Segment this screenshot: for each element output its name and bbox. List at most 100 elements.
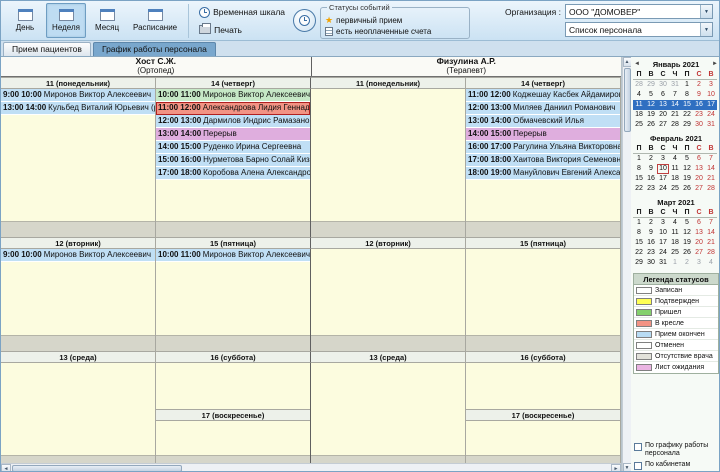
calendar-day[interactable]: 14 [705, 164, 717, 174]
calendar-day[interactable]: 7 [705, 154, 717, 164]
calendar-day[interactable]: 16 [645, 238, 657, 248]
calendar-day[interactable]: 4 [633, 90, 645, 100]
calendar-day[interactable]: 8 [681, 90, 693, 100]
free-area[interactable] [466, 180, 620, 221]
calendar-day[interactable]: 17 [657, 238, 669, 248]
day-column[interactable] [311, 89, 466, 237]
day-column[interactable]: 11:00 12:00 Коджешау Касбек Айдамирович 12… [466, 89, 621, 237]
calendar-day[interactable]: 29 [633, 258, 645, 268]
calendar-day[interactable]: 6 [693, 154, 705, 164]
calendar-day[interactable]: 2 [645, 218, 657, 228]
calendar-day[interactable]: 18 [669, 174, 681, 184]
calendar-day[interactable]: 1 [669, 258, 681, 268]
calendar-day[interactable]: 31 [705, 120, 717, 130]
calendar-day[interactable]: 9 [645, 228, 657, 238]
calendar-day[interactable]: 14 [669, 100, 681, 110]
calendar-day[interactable]: 9 [645, 164, 657, 174]
calendar-day[interactable]: 14 [705, 228, 717, 238]
day-column[interactable]: 10:00 11:00 Миронов Виктор Алексеевич [156, 249, 311, 351]
calendar-day[interactable]: 16 [693, 100, 705, 110]
calendar-day[interactable]: 6 [657, 90, 669, 100]
calendar-day[interactable]: 8 [633, 164, 645, 174]
calendar-day[interactable]: 2 [645, 154, 657, 164]
appointment[interactable]: 9:00 10:00 Миронов Виктор Алексеевич [1, 89, 155, 102]
calendar-day[interactable]: 26 [681, 184, 693, 194]
day-column[interactable]: 9:00 10:00 Миронов Виктор Алексеевич 13:00… [1, 89, 156, 237]
free-area[interactable] [311, 363, 465, 455]
calendar-day[interactable]: 6 [693, 218, 705, 228]
calendar-day[interactable]: 24 [657, 184, 669, 194]
scroll-right-arrow[interactable]: ► [611, 464, 621, 471]
calendar-day[interactable]: 19 [681, 238, 693, 248]
calendar-day[interactable]: 17 [705, 100, 717, 110]
day-column[interactable]: 9:00 10:00 Миронов Виктор Алексеевич [1, 249, 156, 351]
day-column[interactable] [311, 363, 466, 463]
calendar-day[interactable]: 25 [669, 184, 681, 194]
sunday-area[interactable] [156, 421, 310, 455]
calendar-day[interactable]: 24 [705, 110, 717, 120]
clock-search-button[interactable] [293, 9, 317, 32]
calendar-day[interactable]: 22 [633, 248, 645, 258]
calendar-day[interactable]: 18 [633, 110, 645, 120]
calendar-day[interactable]: 12 [645, 100, 657, 110]
calendar-day[interactable]: 20 [693, 238, 705, 248]
calendar-day[interactable]: 22 [681, 110, 693, 120]
appointment[interactable]: 14:00 15:00 Руденко Ирина Сергеевна [156, 141, 310, 154]
view-button-week[interactable]: Неделя [46, 3, 86, 38]
calendar-day[interactable]: 27 [693, 184, 705, 194]
calendar-day[interactable]: 4 [669, 218, 681, 228]
vertical-scroll-thumb[interactable] [623, 68, 631, 132]
calendar-day[interactable]: 21 [669, 110, 681, 120]
free-area[interactable] [1, 363, 155, 455]
calendar-day[interactable]: 11 [669, 228, 681, 238]
day-column[interactable] [466, 249, 621, 351]
prev-month-arrow[interactable]: ◄ [634, 59, 640, 70]
free-area[interactable] [1, 262, 155, 335]
chevron-down-icon[interactable]: ▼ [700, 23, 712, 36]
calendar-day[interactable]: 24 [657, 248, 669, 258]
calendar-day[interactable]: 22 [633, 184, 645, 194]
staff-list-select[interactable]: Список персонала ▼ [565, 22, 713, 37]
calendar-day[interactable]: 15 [681, 100, 693, 110]
appointment[interactable]: 11:00 12:00 Коджешау Касбек Айдамирович [466, 89, 620, 102]
free-area[interactable] [1, 115, 155, 221]
calendar-day[interactable]: 10 [657, 228, 669, 238]
free-area[interactable] [156, 262, 310, 335]
tab-staff-schedule[interactable]: График работы персонала [92, 42, 216, 56]
view-button-schedule[interactable]: Расписание [128, 3, 182, 38]
calendar-day[interactable]: 3 [705, 80, 717, 90]
appointment[interactable]: 13:00 14:00 Перерыв [156, 128, 310, 141]
calendar-day[interactable]: 15 [633, 238, 645, 248]
calendar-day[interactable]: 28 [633, 80, 645, 90]
appointment[interactable]: 9:00 10:00 Миронов Виктор Алексеевич [1, 249, 155, 262]
appointment[interactable]: 12:00 13:00 Миляев Даниил Романович [466, 102, 620, 115]
free-area[interactable] [156, 180, 310, 221]
calendar-day[interactable]: 4 [669, 154, 681, 164]
appointment[interactable]: 13:00 14:00Кульбед Виталий Юрьевич (ребе… [1, 102, 155, 115]
calendar-day[interactable]: 1 [633, 218, 645, 228]
scroll-left-arrow[interactable]: ◄ [1, 464, 11, 471]
appointment[interactable]: 16:00 17:00 Рагулина Ульяна Викторовна [466, 141, 620, 154]
calendar-day[interactable]: 29 [681, 120, 693, 130]
calendar-day[interactable]: 19 [645, 110, 657, 120]
calendar-day[interactable]: 21 [705, 174, 717, 184]
calendar-day[interactable]: 12 [681, 164, 693, 174]
calendar-day[interactable]: 7 [669, 90, 681, 100]
calendar-day[interactable]: 4 [705, 258, 717, 268]
calendar-day[interactable]: 3 [657, 218, 669, 228]
checkbox-icon[interactable] [634, 442, 642, 451]
calendar-day[interactable]: 5 [681, 154, 693, 164]
calendar-day[interactable]: 16 [645, 174, 657, 184]
calendar-day[interactable]: 28 [669, 120, 681, 130]
calendar-day[interactable]: 28 [705, 248, 717, 258]
calendar-day[interactable]: 23 [693, 110, 705, 120]
day-column[interactable]: 17 (воскресенье) [466, 363, 621, 463]
calendar-day[interactable]: 26 [645, 120, 657, 130]
calendar-day[interactable]: 5 [645, 90, 657, 100]
calendar-day[interactable]: 13 [693, 228, 705, 238]
calendar-day[interactable]: 1 [633, 154, 645, 164]
calendar-day[interactable]: 3 [657, 154, 669, 164]
free-area[interactable] [466, 249, 620, 335]
calendar-day[interactable]: 25 [669, 248, 681, 258]
calendar-day[interactable]: 17 [657, 174, 669, 184]
